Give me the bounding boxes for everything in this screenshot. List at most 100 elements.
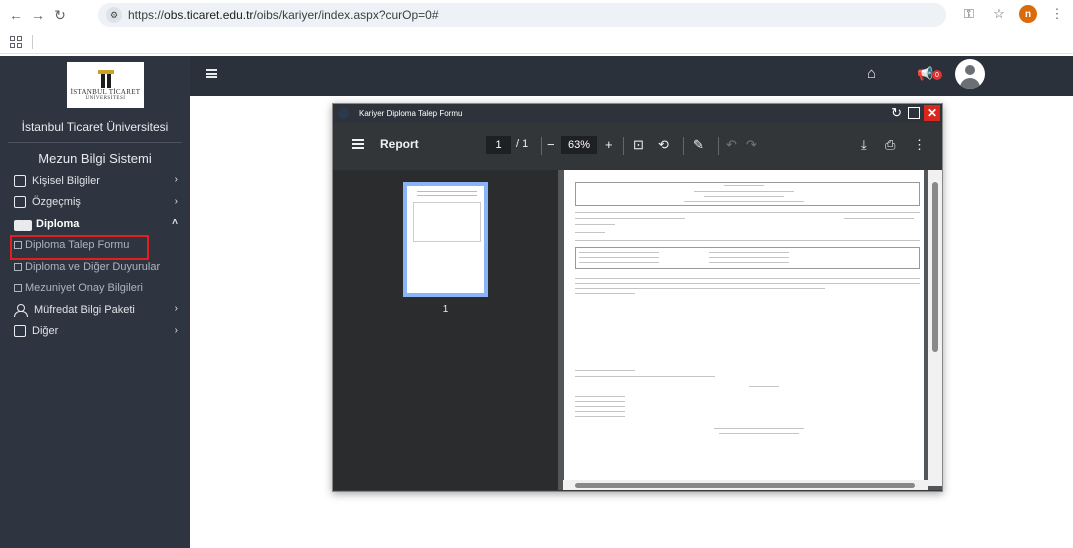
form-rule: [575, 212, 920, 213]
id-card-icon: [14, 174, 26, 187]
resume-icon: [14, 196, 26, 209]
sidebar-item-mufredat[interactable]: Müfredat Bilgi Paketi ›: [0, 299, 190, 321]
form-text-line: [844, 218, 914, 219]
close-icon[interactable]: ✕: [924, 105, 940, 121]
redo-icon[interactable]: ↷: [746, 136, 757, 154]
footer-note-line: [714, 428, 804, 429]
form-text-line: [575, 232, 605, 233]
page-thumbnail[interactable]: [403, 182, 488, 297]
annotate-pen-icon[interactable]: ✎: [693, 136, 704, 154]
thumbnail-line: [417, 191, 477, 192]
sidebar-subitem-mezuniyet-onay[interactable]: Mezuniyet Onay Bilgileri: [0, 278, 190, 300]
report-modal: Kariyer Diploma Talep Formu ↻ ✕ Report 1…: [332, 103, 943, 492]
url-text[interactable]: https://obs.ticaret.edu.tr/oibs/kariyer/…: [128, 8, 439, 22]
top-app-bar: ⌂ 📢 0: [190, 56, 1073, 96]
user-avatar[interactable]: [955, 59, 985, 89]
chevron-right-icon: ›: [174, 303, 178, 314]
people-icon: [14, 303, 28, 317]
sidebar-item-kisisel-bilgiler[interactable]: Kişisel Bilgiler ›: [0, 170, 190, 192]
address-line: [575, 396, 625, 397]
paragraph-line: [575, 370, 635, 371]
sidebar-item-label: Kişisel Bilgiler: [32, 174, 100, 187]
browser-actions: ⚿ ☆ n ⋮: [959, 4, 1067, 24]
square-bullet-icon: [14, 262, 22, 271]
form-text-line: [575, 224, 615, 225]
header-text-line: [694, 191, 794, 192]
profile-avatar[interactable]: n: [1019, 5, 1037, 23]
header-text-line: [724, 185, 764, 186]
home-icon[interactable]: ⌂: [867, 65, 885, 83]
print-icon[interactable]: ⎙: [885, 136, 895, 154]
form-text-line: [709, 262, 789, 263]
zoom-out-icon[interactable]: −: [547, 136, 555, 154]
form-text-line: [579, 257, 659, 258]
forward-arrow-icon[interactable]: →: [27, 4, 49, 26]
undo-icon[interactable]: ↶: [726, 136, 737, 154]
list-icon: [14, 325, 26, 338]
paragraph-line: [575, 288, 825, 289]
square-bullet-icon: [14, 241, 22, 250]
sidebar-item-ozgecmis[interactable]: Özgeçmiş ›: [0, 192, 190, 214]
logo-text-line1: İSTANBUL TİCARET: [70, 87, 141, 96]
pdf-page: [564, 170, 924, 480]
page-total: / 1: [516, 138, 529, 150]
sidebar: İSTANBUL TİCARET ÜNİVERSİTESİ İstanbul T…: [0, 56, 190, 548]
sidebar-item-label: Diğer: [32, 325, 59, 338]
square-bullet-icon: [14, 284, 22, 293]
bookmarks-bar: [0, 30, 1073, 54]
toolbar-divider: [683, 137, 684, 155]
refresh-icon[interactable]: ↻: [891, 106, 902, 120]
rotate-icon[interactable]: ⟲: [658, 136, 669, 154]
logo-mark-icon: [97, 69, 115, 88]
maximize-icon[interactable]: [908, 107, 920, 119]
back-arrow-icon[interactable]: ←: [5, 4, 27, 26]
sidebar-subitem-diploma-talep-formu[interactable]: Diploma Talep Formu: [0, 234, 190, 259]
paragraph-line: [575, 376, 715, 377]
university-logo[interactable]: İSTANBUL TİCARET ÜNİVERSİTESİ: [67, 62, 144, 108]
thumbnail-sidebar: 1: [333, 170, 558, 490]
sidebar-menu: Kişisel Bilgiler › Özgeçmiş › Diploma ˄ …: [0, 170, 190, 342]
zoom-input[interactable]: 63%: [561, 136, 597, 154]
reload-icon[interactable]: ↻: [49, 4, 71, 26]
address-line: [575, 416, 625, 417]
form-text-line: [579, 252, 659, 253]
apps-grid-icon[interactable]: [10, 35, 22, 48]
modal-title-bar: Kariyer Diploma Talep Formu ↻ ✕: [333, 104, 942, 123]
zoom-in-icon[interactable]: +: [605, 136, 613, 154]
paragraph-line: [575, 293, 635, 294]
download-icon[interactable]: ⤓: [861, 136, 867, 154]
password-key-icon[interactable]: ⚿: [959, 4, 979, 24]
thumbnail-page-number: 1: [442, 304, 449, 315]
fit-page-icon[interactable]: ⊡: [633, 136, 644, 154]
pdf-page-view[interactable]: [558, 170, 942, 490]
bookmark-star-icon[interactable]: ☆: [989, 4, 1009, 24]
page-number-input[interactable]: 1: [486, 136, 511, 154]
paragraph-line: [575, 278, 920, 279]
sidebar-item-label: Müfredat Bilgi Paketi: [34, 303, 135, 316]
more-menu-icon[interactable]: ⋮: [1047, 4, 1067, 24]
horizontal-scrollbar[interactable]: [563, 480, 928, 490]
notification-badge: 0: [932, 70, 942, 80]
footer-note-line: [719, 433, 799, 434]
modal-title: Kariyer Diploma Talep Formu: [359, 109, 463, 118]
sidebar-divider: [8, 142, 182, 143]
thumbnail-line: [417, 195, 477, 196]
header-text-line: [704, 196, 784, 197]
pdf-menu-icon[interactable]: [352, 139, 364, 149]
sidebar-subitem-label: Diploma Talep Formu: [25, 239, 130, 252]
sidebar-item-label: Özgeçmiş: [32, 196, 81, 209]
form-text-line: [709, 252, 789, 253]
sidebar-item-diger[interactable]: Diğer ›: [0, 321, 190, 343]
more-options-icon[interactable]: ⋮: [913, 136, 926, 154]
sidebar-item-diploma[interactable]: Diploma ˄: [0, 213, 190, 235]
header-text-line: [684, 201, 804, 202]
address-bar[interactable]: ⚙ https://obs.ticaret.edu.tr/oibs/kariye…: [98, 3, 946, 27]
hamburger-menu-icon[interactable]: [206, 69, 217, 78]
address-line: [575, 401, 625, 402]
url-scheme: https://: [128, 8, 165, 22]
site-info-icon[interactable]: ⚙: [106, 7, 122, 23]
chevron-right-icon: ›: [174, 195, 178, 207]
toolbar-divider: [718, 137, 719, 155]
student-info-box: [575, 247, 920, 269]
vertical-scrollbar[interactable]: [928, 170, 942, 486]
